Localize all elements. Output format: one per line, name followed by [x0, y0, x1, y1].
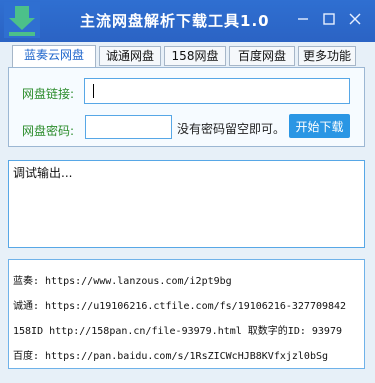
example-links-box[interactable]: 蓝奏: https://www.lanzous.com/i2pt9bg 诚通: …	[8, 259, 365, 369]
password-hint: 没有密码留空即可。	[177, 122, 286, 136]
tab-chengtong[interactable]: 诚通网盘	[99, 46, 161, 66]
start-download-button[interactable]: 开始下载	[289, 114, 350, 138]
download-arrow-icon	[4, 2, 40, 38]
example-link-baidu: 百度: https://pan.baidu.com/s/1RsZICWcHJB8…	[13, 351, 329, 362]
example-link-lanzou: 蓝奏: https://www.lanzous.com/i2pt9bg	[13, 276, 232, 287]
example-link-158: 158ID http://158pan.cn/file-93979.html 取…	[13, 326, 342, 337]
debug-output[interactable]: 调试输出...	[8, 160, 365, 248]
text-caret	[93, 84, 94, 98]
close-button[interactable]	[346, 10, 364, 28]
password-label: 网盘密码:	[22, 124, 75, 138]
example-link-chengtong: 诚通: https://u19106216.ctfile.com/fs/1910…	[13, 301, 347, 312]
minimize-button[interactable]	[294, 10, 312, 28]
window-title: 主流网盘解析下载工具1.0	[80, 12, 270, 30]
tab-lanzou[interactable]: 蓝奏云网盘	[12, 45, 96, 67]
tab-158[interactable]: 158网盘	[164, 46, 226, 66]
minimize-icon	[298, 18, 308, 20]
tab-bar: 蓝奏云网盘 诚通网盘 158网盘 百度网盘 更多功能	[12, 45, 356, 68]
link-label: 网盘链接:	[22, 87, 75, 101]
tab-baidu[interactable]: 百度网盘	[229, 46, 295, 66]
maximize-button[interactable]	[320, 10, 338, 28]
maximize-icon	[323, 13, 335, 25]
close-icon	[349, 13, 361, 25]
tab-more[interactable]: 更多功能	[298, 46, 356, 66]
password-input[interactable]	[85, 115, 172, 139]
link-input[interactable]	[84, 78, 350, 104]
lanzou-tab-panel: 网盘链接: 网盘密码: 没有密码留空即可。 开始下载	[8, 67, 365, 147]
title-bar: 主流网盘解析下载工具1.0	[0, 0, 375, 42]
